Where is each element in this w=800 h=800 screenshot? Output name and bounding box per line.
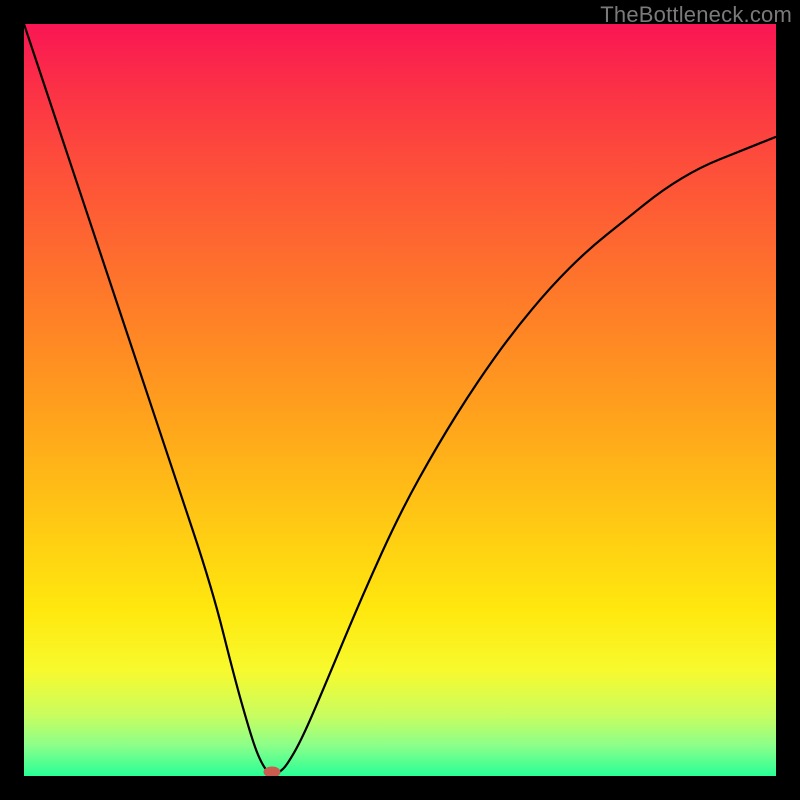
plot-area (24, 24, 776, 776)
watermark-text: TheBottleneck.com (600, 2, 792, 28)
curve-path (24, 24, 776, 775)
bottleneck-curve (24, 24, 776, 776)
optimal-point-marker (264, 767, 281, 776)
chart-frame: TheBottleneck.com (0, 0, 800, 800)
